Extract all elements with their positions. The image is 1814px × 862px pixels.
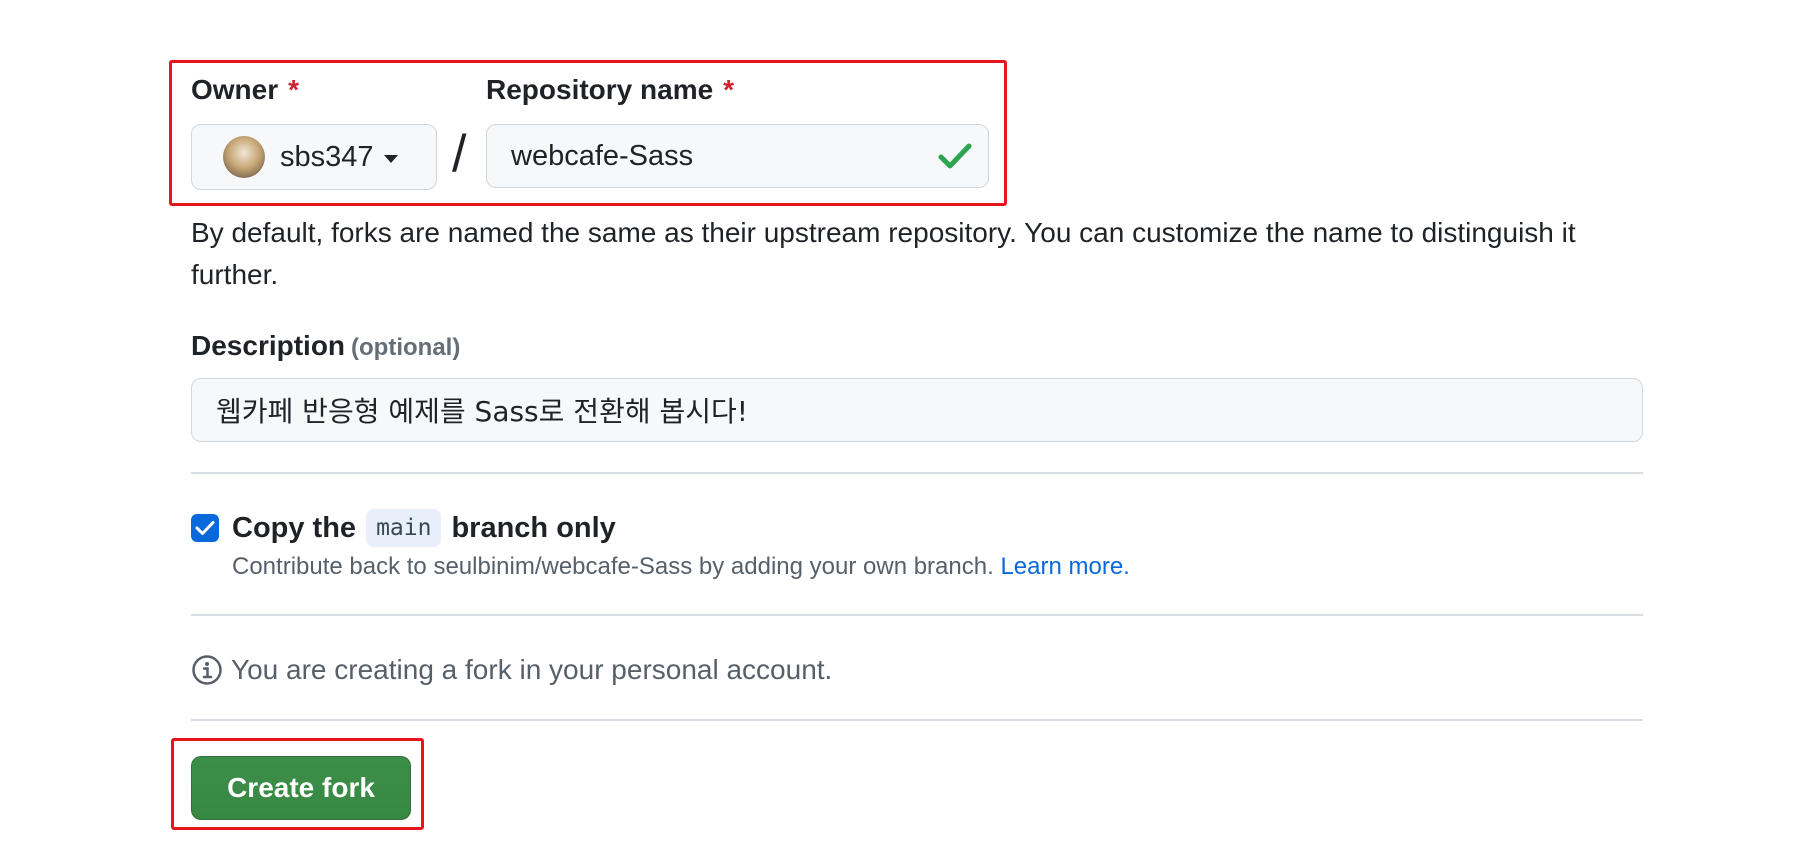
branch-name-code: main [366,509,442,547]
fork-info-text: You are creating a fork in your personal… [231,654,833,685]
copy-main-branch-checkbox[interactable] [191,514,219,542]
owner-repo-separator: / [452,125,467,183]
copy-branch-suffix: branch only [451,511,616,544]
description-label: Description (optional) [191,330,460,362]
repository-name-label: Repository name * [486,74,734,106]
copy-branch-sub-text: Contribute back to seulbinim/webcafe-Sas… [232,553,994,580]
repository-name-label-text: Repository name [486,74,714,105]
fork-info-note: You are creating a fork in your personal… [191,654,832,686]
owner-select-button[interactable]: sbs347 [191,124,437,190]
owner-required-mark: * [288,74,300,105]
copy-branch-label[interactable]: Copy the main branch only [232,509,616,547]
owner-label-text: Owner [191,74,279,105]
description-input[interactable]: 웹카페 반응형 예제를 Sass로 전환해 봅시다! [191,378,1643,442]
checkmark-icon [195,521,215,535]
divider [191,719,1643,721]
repository-name-input[interactable]: webcafe-Sass [486,124,989,188]
description-optional-note: (optional) [351,334,461,361]
owner-label: Owner * [191,74,299,106]
chevron-down-icon [383,154,398,163]
repository-name-hint: By default, forks are named the same as … [191,217,1576,290]
copy-branch-prefix: Copy the [232,511,357,544]
learn-more-link[interactable]: Learn more. [1000,553,1129,580]
info-icon [192,655,222,685]
create-fork-button[interactable]: Create fork [191,756,411,820]
description-label-text: Description [191,330,346,361]
avatar [223,136,265,178]
check-icon [938,143,972,169]
repository-required-mark: * [723,74,735,105]
repository-name-value: webcafe-Sass [511,139,694,172]
owner-name: sbs347 [280,140,374,173]
copy-branch-description: Contribute back to seulbinim/webcafe-Sas… [232,553,1130,581]
divider [191,472,1643,474]
divider [191,614,1643,616]
description-value: 웹카페 반응형 예제를 Sass로 전환해 봅시다! [216,395,748,428]
